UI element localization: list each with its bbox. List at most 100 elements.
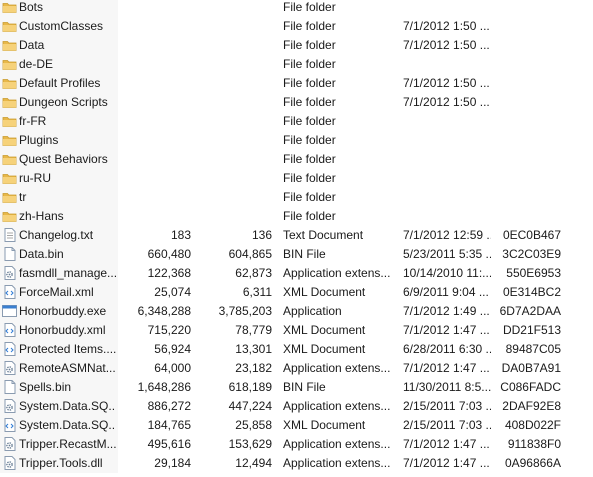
- file-row[interactable]: ru-RU File folder: [0, 169, 593, 188]
- file-name: Spells.bin: [19, 380, 72, 394]
- file-modified: 10/14/2010 11:...: [403, 266, 491, 280]
- file-row[interactable]: System.Data.SQ... 886,272 447,224 Applic…: [0, 397, 593, 416]
- file-row[interactable]: Tripper.Tools.dll 29,184 12,494 Applicat…: [0, 454, 593, 473]
- application-extension-icon: [4, 266, 16, 280]
- file-row[interactable]: Changelog.txt 183 136 Text Document 7/1/…: [0, 226, 593, 245]
- file-row[interactable]: fasmdll_manage... 122,368 62,873 Applica…: [0, 264, 593, 283]
- file-size: 29,184: [154, 456, 191, 470]
- xml-document-icon: [4, 285, 16, 299]
- file-name: Dungeon Scripts: [19, 95, 108, 109]
- file-name: Tripper.RecastM...: [19, 437, 116, 451]
- folder-icon: [2, 174, 17, 184]
- file-type: File folder: [283, 209, 336, 223]
- file-modified: 11/30/2011 8:5...: [403, 380, 491, 394]
- file-name: Honorbuddy.xml: [19, 323, 106, 337]
- file-type: File folder: [283, 38, 336, 52]
- file-packed-size: 6,311: [242, 285, 272, 299]
- file-row[interactable]: Data File folder 7/1/2012 1:50 ...: [0, 36, 593, 55]
- file-name: Bots: [19, 0, 44, 14]
- file-type: Application extens...: [283, 266, 391, 280]
- file-type: File folder: [283, 76, 336, 90]
- file-row[interactable]: System.Data.SQ... 184,765 25,858 XML Doc…: [0, 416, 593, 435]
- file-packed-size: 153,629: [228, 437, 272, 451]
- file-row[interactable]: Bots File folder: [0, 0, 593, 17]
- file-modified: 5/23/2011 5:35 ...: [403, 247, 491, 261]
- file-crc: 89487C05: [505, 342, 561, 356]
- file-row[interactable]: Dungeon Scripts File folder 7/1/2012 1:5…: [0, 93, 593, 112]
- folder-icon: [2, 98, 17, 108]
- file-name: ru-RU: [19, 171, 51, 185]
- file-name: Changelog.txt: [19, 228, 94, 242]
- file-row[interactable]: Quest Behaviors File folder: [0, 150, 593, 169]
- file-name: fr-FR: [19, 114, 47, 128]
- file-modified: 7/1/2012 1:47 ...: [403, 361, 490, 375]
- file-packed-size: 12,494: [235, 456, 272, 470]
- file-type: XML Document: [283, 418, 366, 432]
- text-document-icon: [4, 228, 16, 242]
- file-row[interactable]: fr-FR File folder: [0, 112, 593, 131]
- file-row[interactable]: Honorbuddy.xml 715,220 78,779 XML Docume…: [0, 321, 593, 340]
- file-packed-size: 62,873: [235, 266, 272, 280]
- file-modified: 2/15/2011 7:03 ...: [403, 399, 491, 413]
- file-crc: 6D7A2DAA: [499, 304, 561, 318]
- file-row[interactable]: Tripper.RecastM... 495,616 153,629 Appli…: [0, 435, 593, 454]
- file-row[interactable]: ForceMail.xml 25,074 6,311 XML Document …: [0, 283, 593, 302]
- file-crc: DD21F513: [502, 323, 561, 337]
- file-row[interactable]: Default Profiles File folder 7/1/2012 1:…: [0, 74, 593, 93]
- file-size: 715,220: [147, 323, 191, 337]
- xml-document-icon: [4, 323, 16, 337]
- file-crc: 0E314BC2: [502, 285, 561, 299]
- file-type: Application extens...: [283, 456, 391, 470]
- file-row[interactable]: Protected Items.... 56,924 13,301 XML Do…: [0, 340, 593, 359]
- file-size: 183: [170, 228, 191, 242]
- file-name: RemoteASMNat...: [19, 361, 116, 375]
- file-type: File folder: [283, 152, 336, 166]
- file-packed-size: 618,189: [228, 380, 272, 394]
- application-extension-icon: [4, 399, 16, 413]
- file-row[interactable]: tr File folder: [0, 188, 593, 207]
- file-name: Data.bin: [19, 247, 64, 261]
- file-row[interactable]: Plugins File folder: [0, 131, 593, 150]
- file-crc: DA0B7A91: [501, 361, 561, 375]
- file-size: 122,368: [147, 266, 191, 280]
- file-size: 184,765: [147, 418, 191, 432]
- file-row[interactable]: Honorbuddy.exe 6,348,288 3,785,203 Appli…: [0, 302, 593, 321]
- file-crc: 550E6953: [506, 266, 561, 280]
- file-modified: 6/28/2011 6:30 ...: [403, 342, 491, 356]
- file-modified: 7/1/2012 1:47 ...: [403, 456, 490, 470]
- file-crc: 0EC0B467: [502, 228, 561, 242]
- file-size: 660,480: [147, 247, 191, 261]
- application-icon: [2, 305, 17, 317]
- file-row[interactable]: Data.bin 660,480 604,865 BIN File 5/23/2…: [0, 245, 593, 264]
- folder-icon: [2, 212, 17, 222]
- file-row[interactable]: CustomClasses File folder 7/1/2012 1:50 …: [0, 17, 593, 36]
- file-type: XML Document: [283, 342, 366, 356]
- file-modified: 7/1/2012 1:47 ...: [403, 437, 490, 451]
- file-row[interactable]: Spells.bin 1,648,286 618,189 BIN File 11…: [0, 378, 593, 397]
- file-name: tr: [19, 190, 27, 204]
- file-crc: C086FADC: [500, 380, 561, 394]
- file-packed-size: 78,779: [235, 323, 272, 337]
- folder-icon: [2, 79, 17, 89]
- file-name: Default Profiles: [19, 76, 101, 90]
- file-type: Text Document: [283, 228, 364, 242]
- file-name: Protected Items....: [19, 342, 116, 356]
- file-type: XML Document: [283, 285, 366, 299]
- file-name: zh-Hans: [19, 209, 64, 223]
- file-type: XML Document: [283, 323, 366, 337]
- file-list[interactable]: Bots File folder CustomClasses File fold…: [0, 0, 593, 473]
- file-row[interactable]: de-DE File folder: [0, 55, 593, 74]
- file-size: 64,000: [154, 361, 191, 375]
- folder-icon: [2, 117, 17, 127]
- file-crc: 2DAF92E8: [502, 399, 561, 413]
- file-modified: 7/1/2012 1:50 ...: [403, 76, 490, 90]
- file-modified: 7/1/2012 1:50 ...: [403, 95, 490, 109]
- file-row[interactable]: RemoteASMNat... 64,000 23,182 Applicatio…: [0, 359, 593, 378]
- file-modified: 7/1/2012 12:59 ...: [403, 228, 491, 242]
- file-row[interactable]: zh-Hans File folder: [0, 207, 593, 226]
- file-packed-size: 447,224: [228, 399, 272, 413]
- file-type: File folder: [283, 57, 336, 71]
- file-type: File folder: [283, 171, 336, 185]
- file-size: 495,616: [147, 437, 191, 451]
- folder-icon: [2, 155, 17, 165]
